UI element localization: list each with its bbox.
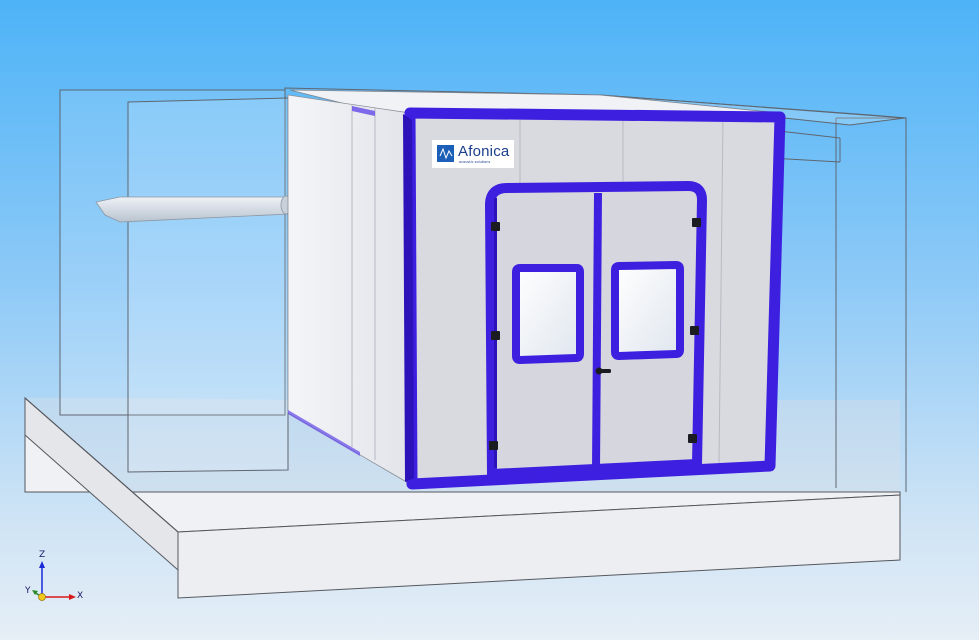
cad-viewport[interactable]: Afonica acoustic solutions Z Y X bbox=[0, 0, 979, 640]
axis-z-label: Z bbox=[39, 550, 46, 560]
door-window-right bbox=[611, 260, 684, 361]
logo-wordmark: Afonica bbox=[458, 143, 510, 160]
axis-x-label: X bbox=[77, 591, 84, 601]
logo-tagline: acoustic solutions bbox=[459, 160, 491, 164]
axis-y-label: Y bbox=[25, 586, 31, 596]
axis-triad bbox=[32, 561, 76, 601]
door-window-left bbox=[512, 264, 584, 365]
model-scene[interactable] bbox=[0, 0, 979, 640]
